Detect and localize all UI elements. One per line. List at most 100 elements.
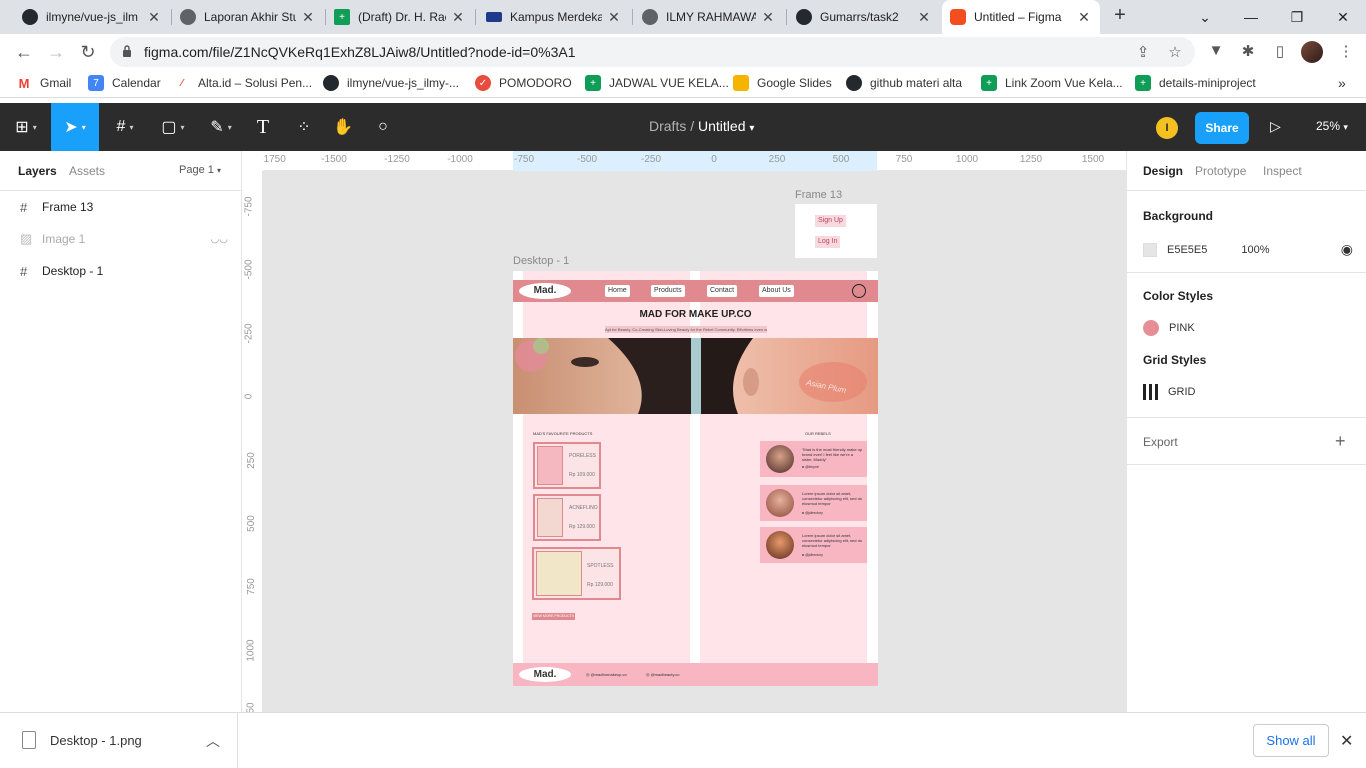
design-canvas[interactable]: -1750 -1500 -1250 -1000 -750 -500 -250 0… [243,151,1126,712]
bookmark-pomodoro[interactable]: ✓ POMODORO [475,75,572,91]
browser-tab-1[interactable]: ilmyne/vue-js_ilm ✕ [14,0,170,34]
bookmark-slides[interactable]: Google Slides [733,75,832,91]
close-tab-icon[interactable]: ✕ [760,9,776,26]
add-export-icon[interactable]: + [1335,431,1346,452]
close-tab-icon[interactable]: ✕ [450,9,466,26]
tab-assets[interactable]: Assets [69,164,105,178]
nav-products[interactable]: Products [651,285,685,297]
show-all-button[interactable]: Show all [1253,724,1329,757]
share-page-icon[interactable]: ⇪ [1134,43,1152,61]
restore-icon[interactable]: ❐ [1274,0,1320,34]
new-tab-button[interactable]: + [1108,4,1132,30]
background-hex[interactable]: E5E5E5 [1167,244,1207,256]
tab-search-icon[interactable]: ⌄ [1182,0,1228,34]
frame-13[interactable]: Sign Up Log In [795,204,877,258]
text-tool-icon[interactable]: T [250,103,276,151]
desktop-1-label[interactable]: Desktop - 1 [513,255,569,267]
tab-inspect[interactable]: Inspect [1263,164,1302,178]
grid-style-grid[interactable]: GRID [1143,384,1196,400]
tab-prototype[interactable]: Prototype [1195,164,1246,178]
forward-icon[interactable]: → [44,40,68,64]
page-selector[interactable]: Page 1 ▾ [179,164,221,176]
zoom-dropdown[interactable]: 25% ▾ [1316,119,1348,133]
reload-icon[interactable]: ↻ [76,40,100,64]
more-bookmarks-icon[interactable]: » [1338,75,1346,91]
back-icon[interactable]: ← [12,40,36,64]
login-button[interactable]: Log In [815,236,841,248]
browser-tab-3[interactable]: + (Draft) Dr. H. Rac ✕ [326,0,474,34]
bookmark-alta[interactable]: ⁄ Alta.id – Solusi Pen... [174,75,312,91]
signup-button[interactable]: Sign Up [815,215,846,227]
rebel-handle: ◘ @jdirectory [802,511,823,515]
footer-social-2[interactable]: ◎ @madbeauty.co [646,672,680,677]
bookmark-calendar[interactable]: 7 Calendar [88,75,161,91]
ruler-tick: -750 [513,154,535,165]
share-button[interactable]: Share [1195,112,1249,144]
tab-layers[interactable]: Layers [18,164,57,178]
product-card[interactable]: SPOTLESS Rp 129.000 [532,547,621,600]
color-style-pink[interactable]: PINK [1143,320,1195,336]
layer-image-1[interactable]: ▨ Image 1 ◡◡ [0,223,242,255]
move-tool-icon[interactable]: ➤ ▾ [51,103,99,151]
address-bar[interactable]: figma.com/file/Z1NcQVKeRq1ExhZ8LJAiw8/Un… [110,37,1195,67]
layer-desktop-1[interactable]: # Desktop - 1 [0,255,242,287]
browser-tab-2[interactable]: Laporan Akhir Stu ✕ [172,0,324,34]
hidden-eye-icon[interactable]: ◡◡ [211,234,228,245]
close-downloads-icon[interactable]: ✕ [1340,731,1353,751]
bookmark-jadwal[interactable]: + JADWAL VUE KELA... [585,75,729,91]
resources-icon[interactable]: ⁘ [290,103,318,151]
shape-tool-icon[interactable]: ▢ ▾ [152,103,194,151]
close-tab-icon[interactable]: ✕ [916,9,932,26]
nav-contact[interactable]: Contact [707,285,738,297]
hand-tool-icon[interactable]: ✋ [330,103,356,151]
extension-icon[interactable]: ▼ [1206,42,1226,62]
chevron-up-icon[interactable]: ︿ [206,731,220,751]
bookmark-github-materi[interactable]: github materi alta [846,75,962,91]
side-panel-icon[interactable]: ▯ [1270,42,1290,62]
close-tab-icon[interactable]: ✕ [146,9,162,26]
product-card[interactable]: ACNEFLINO Rp 129.000 [533,494,601,541]
bookmark-gmail[interactable]: M Gmail [16,75,72,91]
file-breadcrumb[interactable]: Drafts / Untitled ▾ [649,118,754,134]
user-avatar[interactable]: I [1156,117,1178,139]
menu-dots-icon[interactable]: ⋮ [1336,42,1356,62]
browser-tab-5[interactable]: ILMY RAHMAWA ✕ [634,0,784,34]
bookmark-github-repo[interactable]: ilmyne/vue-js_ilmy-... [323,75,459,91]
close-tab-icon[interactable]: ✕ [606,9,622,26]
file-name[interactable]: Untitled [698,118,745,134]
drafts-link[interactable]: Drafts [649,118,686,134]
present-play-icon[interactable]: ▷ [1270,118,1286,136]
view-more-button[interactable]: VIEW MORE PRODUCTS [532,613,575,620]
pen-tool-icon[interactable]: ✎ ▾ [200,103,242,151]
profile-avatar[interactable] [1301,41,1323,63]
background-fill-row[interactable]: E5E5E5 100% ◉ [1143,241,1353,258]
layer-frame-13[interactable]: # Frame 13 [0,191,242,223]
close-tab-icon[interactable]: ✕ [1076,9,1092,26]
bookmark-zoom[interactable]: + Link Zoom Vue Kela... [981,75,1123,91]
product-card[interactable]: PORELESS Rp 109.000 [533,442,601,489]
minimize-icon[interactable]: — [1228,0,1274,34]
comment-tool-icon[interactable]: ○ [370,103,396,151]
puzzle-icon[interactable]: ✱ [1238,42,1258,62]
browser-tab-active[interactable]: Untitled – Figma ✕ [942,0,1100,34]
desktop-1-frame[interactable]: Mad. Home Products Contact About Us MAD … [513,271,878,686]
browser-tab-4[interactable]: Kampus Merdeka ✕ [478,0,630,34]
background-swatch[interactable] [1143,242,1157,257]
footer-instagram[interactable]: ◎ @madformakeup.co [586,672,627,677]
download-item[interactable]: Desktop - 1.png [22,731,142,749]
browser-tab-6[interactable]: Gumarrs/task2 ✕ [788,0,940,34]
eye-icon[interactable]: ◉ [1341,241,1353,258]
bookmark-star-icon[interactable]: ☆ [1166,43,1184,61]
bookmark-miniproject[interactable]: + details-miniproject [1135,75,1256,91]
user-icon[interactable] [852,284,866,298]
nav-about[interactable]: About Us [759,285,794,297]
close-window-icon[interactable]: ✕ [1320,0,1366,34]
frame-tool-icon[interactable]: # ▾ [104,103,146,151]
nav-home[interactable]: Home [605,285,630,297]
frame-13-label[interactable]: Frame 13 [795,189,842,201]
figma-menu-icon[interactable]: ⊞ ▾ [6,103,46,151]
background-opacity[interactable]: 100% [1241,244,1269,256]
tab-design[interactable]: Design [1143,164,1183,178]
chevron-down-icon[interactable]: ▾ [749,123,754,134]
close-tab-icon[interactable]: ✕ [300,9,316,26]
